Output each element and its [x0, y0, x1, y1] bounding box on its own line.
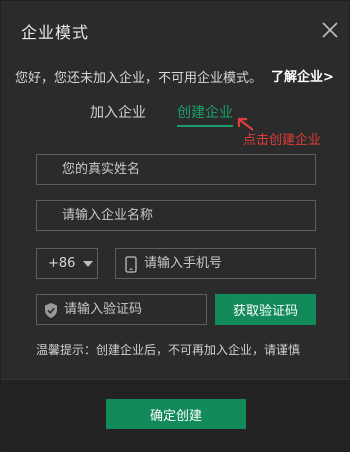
verification-code-field — [36, 294, 207, 325]
verification-code-input[interactable] — [37, 295, 206, 324]
enterprise-mode-dialog: 企业模式 您好，您还未加入企业，不可用企业模式。 了解企业> 加入企业 创建企业… — [0, 0, 350, 452]
confirm-create-button[interactable]: 确定创建 — [106, 399, 246, 429]
warm-tip-text: 温馨提示：创建企业后，不可再加入企业，请谨慎 — [36, 343, 301, 357]
active-tab-underline — [177, 125, 233, 127]
company-name-field — [36, 200, 316, 231]
company-name-input[interactable] — [37, 201, 315, 230]
close-icon — [322, 22, 338, 38]
real-name-input[interactable] — [37, 155, 315, 184]
real-name-field — [36, 154, 316, 185]
tab-join-enterprise[interactable]: 加入企业 — [90, 102, 146, 122]
dialog-title: 企业模式 — [21, 23, 90, 42]
learn-enterprise-link[interactable]: 了解企业> — [271, 66, 334, 85]
dialog-titlebar: 企业模式 — [1, 1, 350, 59]
hint-create-enterprise: 点击创建企业 — [243, 133, 322, 148]
country-code-select[interactable]: +86 — [36, 248, 98, 279]
tab-create-enterprise[interactable]: 创建企业 — [177, 102, 233, 122]
get-verification-code-button[interactable]: 获取验证码 — [215, 294, 316, 325]
close-button[interactable] — [319, 19, 341, 41]
phone-field — [115, 248, 316, 279]
mobile-phone-icon — [125, 256, 137, 273]
phone-input[interactable] — [116, 249, 315, 278]
caret-down-icon — [83, 261, 93, 267]
enterprise-notice: 您好，您还未加入企业，不可用企业模式。 — [15, 71, 263, 86]
shield-check-icon — [45, 303, 57, 318]
country-code-value: +86 — [48, 256, 76, 271]
